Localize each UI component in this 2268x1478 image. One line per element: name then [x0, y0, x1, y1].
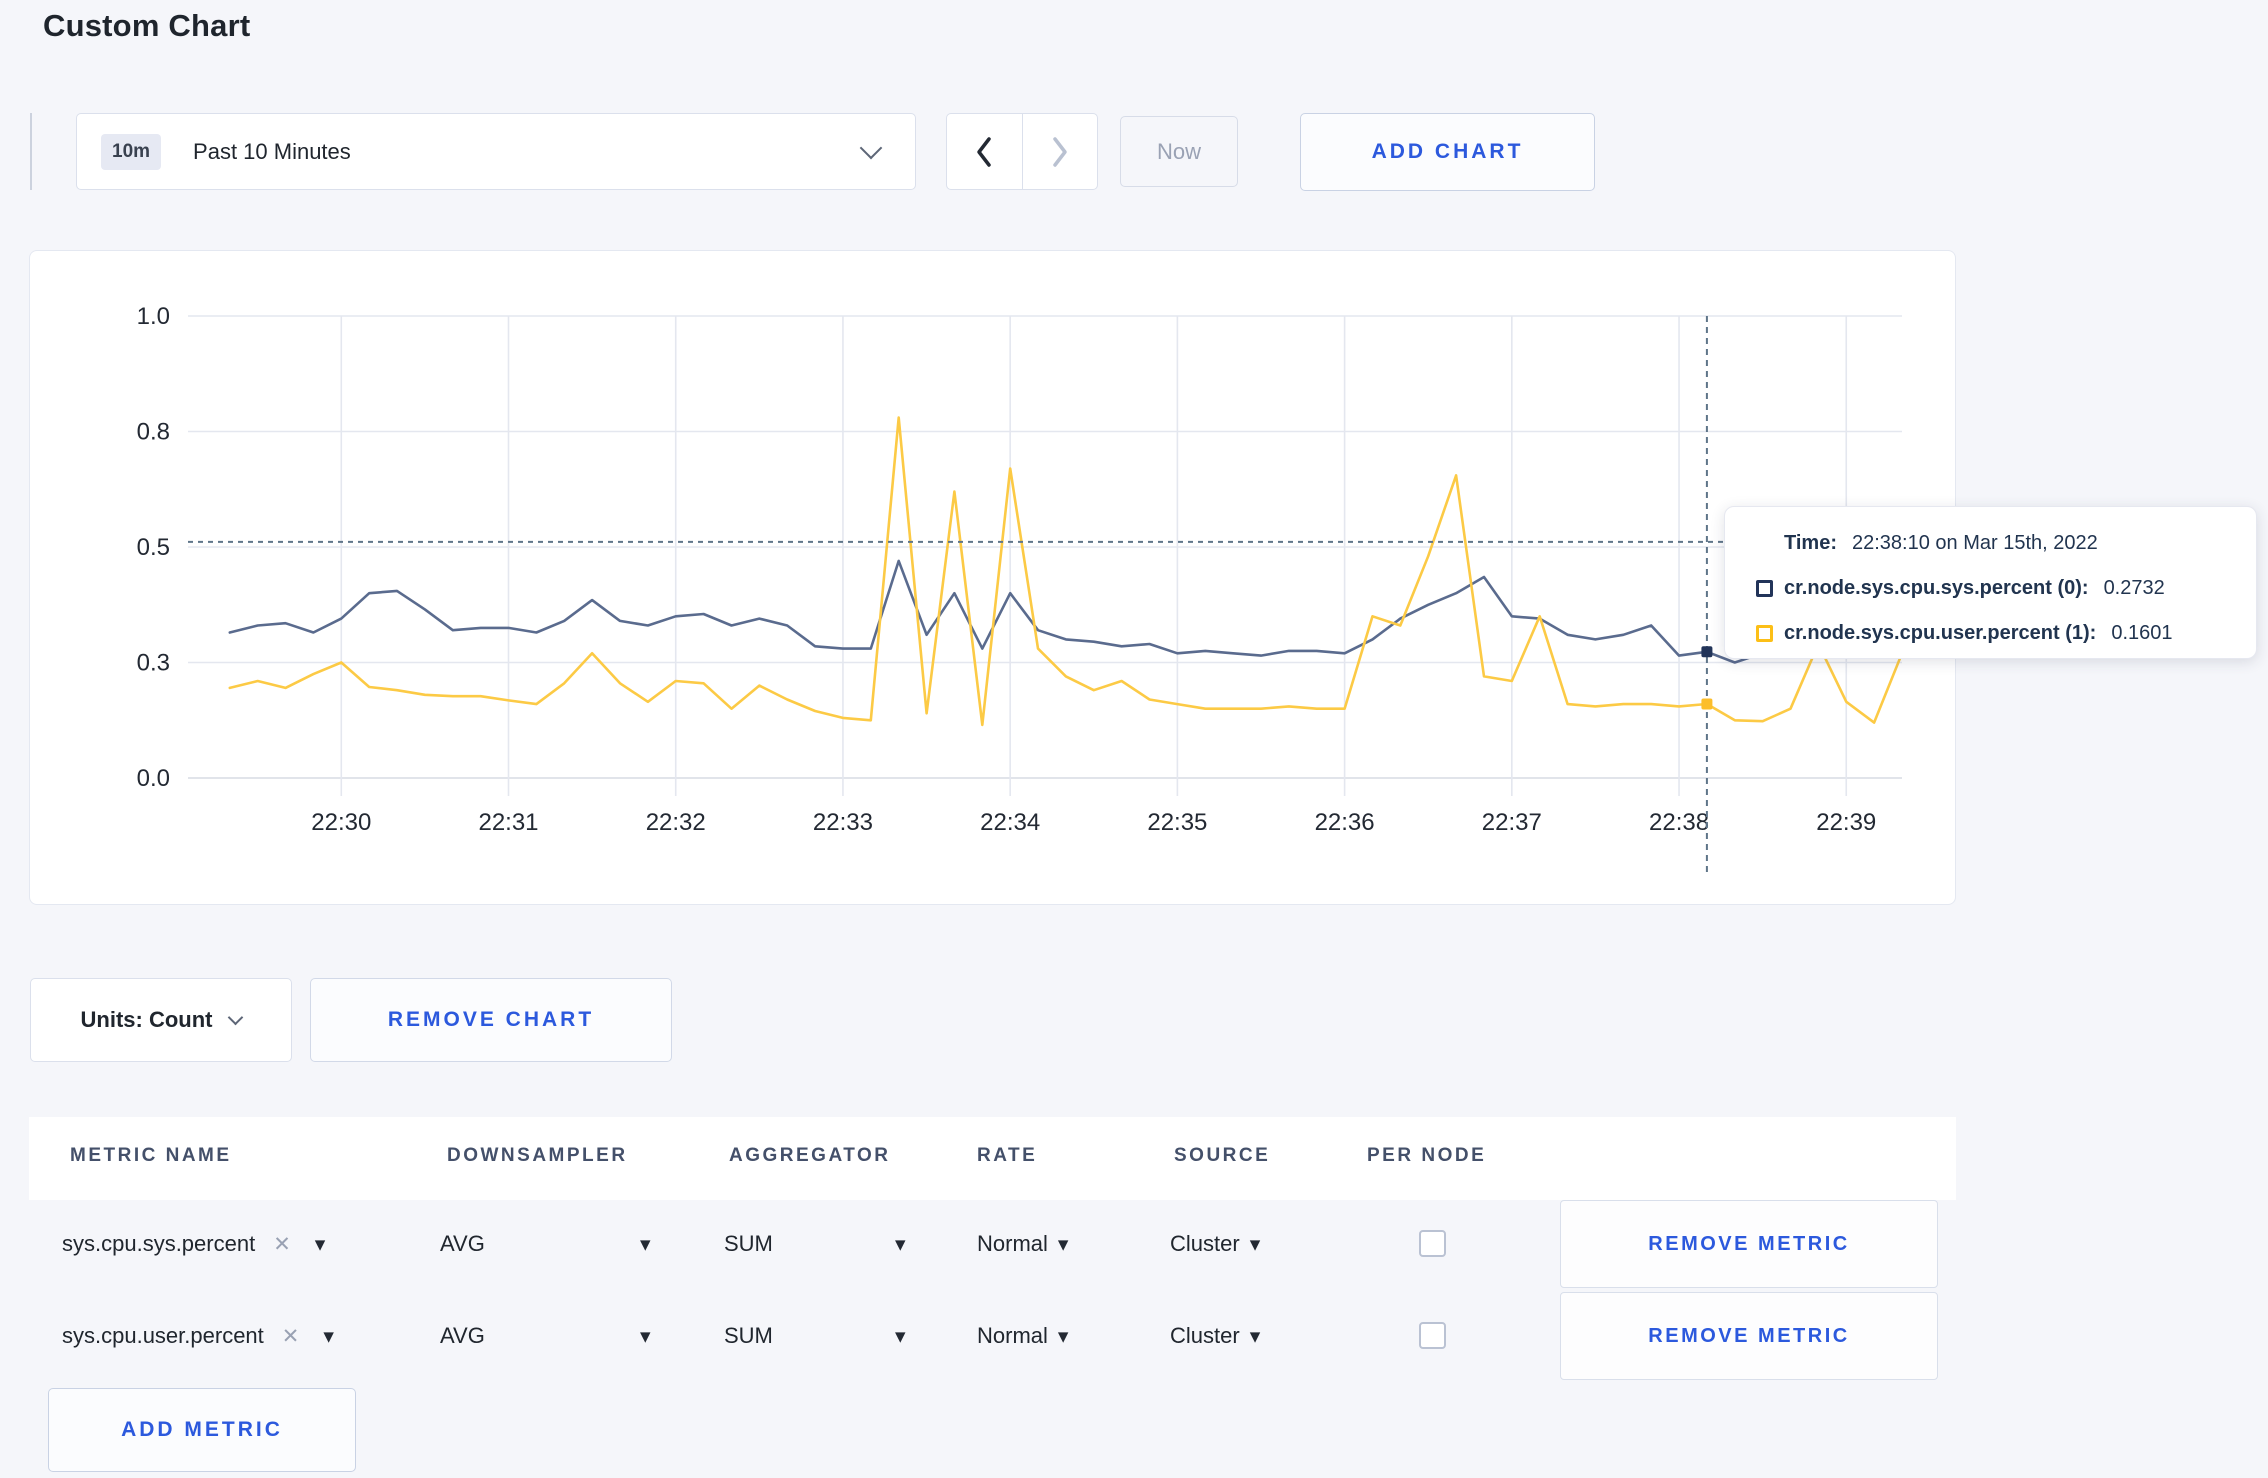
next-range-button[interactable] — [1023, 114, 1098, 189]
caret-down-icon: ▾ — [323, 1324, 334, 1348]
chevron-down-icon — [228, 1009, 244, 1025]
tooltip-series-row: cr.node.sys.cpu.sys.percent (0): 0.2732 — [1756, 577, 2236, 600]
y-axis-tick-label: 1.0 — [137, 303, 170, 330]
metric-name-value: sys.cpu.user.percent — [62, 1323, 264, 1348]
caret-down-icon: ▾ — [640, 1324, 651, 1348]
close-icon[interactable]: ✕ — [273, 1232, 291, 1257]
remove-metric-button[interactable]: REMOVE METRIC — [1560, 1292, 1938, 1380]
metric-name-value: sys.cpu.sys.percent — [62, 1231, 256, 1256]
units-label: Units: Count — [80, 1007, 213, 1032]
time-range-label: Past 10 Minutes — [193, 138, 351, 164]
x-axis-tick-label: 22:34 — [980, 809, 1040, 836]
x-axis-tick-label: 22:35 — [1147, 809, 1207, 836]
toolbar-divider — [30, 113, 32, 190]
chart-card: 0.0 0.3 0.5 0.8 1.0 22:30 22:31 22:32 22:33 22:34… — [29, 250, 2257, 906]
time-range-badge: 10m — [101, 133, 162, 170]
col-downsampler: DOWNSAMPLER — [447, 1145, 628, 1166]
tooltip-series-label: cr.node.sys.cpu.sys.percent (0): — [1784, 577, 2089, 599]
tooltip-series-row: cr.node.sys.cpu.user.percent (1): 0.1601 — [1756, 622, 2236, 645]
hover-point-dot — [1701, 698, 1713, 710]
add-chart-button[interactable]: ADD CHART — [1300, 113, 1595, 191]
caret-down-icon: ▾ — [1249, 1324, 1261, 1348]
x-axis-tick-label: 22:36 — [1315, 809, 1375, 836]
page-title: Custom Chart — [43, 8, 251, 43]
sys-series-swatch-icon — [1756, 580, 1773, 597]
aggregator-select[interactable]: SUM — [724, 1292, 773, 1380]
x-axis-tick-label: 22:38 — [1649, 809, 1709, 836]
source-select[interactable]: Cluster ▾ — [1170, 1200, 1260, 1288]
downsampler-select[interactable]: AVG — [440, 1200, 485, 1288]
time-range-select[interactable]: 10m Past 10 Minutes — [76, 113, 916, 190]
col-per-node: PER NODE — [1367, 1145, 1487, 1166]
caret-down-icon: ▾ — [1057, 1324, 1069, 1348]
col-metric-name: METRIC NAME — [70, 1145, 232, 1166]
x-axis-tick-label: 22:32 — [646, 809, 706, 836]
units-select[interactable]: Units: Count — [30, 978, 292, 1062]
tooltip-time-label: Time: — [1784, 532, 1837, 554]
per-node-checkbox[interactable] — [1419, 1322, 1446, 1349]
add-metric-button[interactable]: ADD METRIC — [48, 1388, 356, 1472]
caret-down-icon: ▾ — [314, 1232, 326, 1256]
table-row: sys.cpu.user.percent ✕ ▾ AVG ▾ SUM ▾ Nor… — [0, 1292, 2268, 1380]
close-icon[interactable]: ✕ — [282, 1324, 300, 1349]
tooltip-time-value: 22:38:10 on Mar 15th, 2022 — [1851, 532, 2098, 554]
caret-down-icon: ▾ — [1249, 1232, 1261, 1256]
rate-select[interactable]: Normal ▾ — [977, 1200, 1068, 1288]
y-axis-tick-label: 0.0 — [137, 765, 170, 792]
caret-down-icon: ▾ — [1057, 1232, 1069, 1256]
caret-down-icon: ▾ — [640, 1232, 651, 1256]
tooltip-series-label: cr.node.sys.cpu.user.percent (1): — [1784, 622, 2097, 644]
y-axis-tick-label: 0.8 — [137, 419, 170, 446]
tooltip-time-row: Time: 22:38:10 on Mar 15th, 2022 — [1756, 532, 2236, 555]
y-axis-tick-label: 0.3 — [137, 650, 170, 677]
time-nav-group — [946, 113, 1098, 190]
col-rate: RATE — [977, 1145, 1038, 1166]
metric-name-select[interactable]: sys.cpu.user.percent ✕ ▾ — [62, 1292, 334, 1380]
aggregator-select[interactable]: SUM — [724, 1200, 773, 1288]
x-axis-tick-label: 22:30 — [311, 809, 371, 836]
tooltip-series-value: 0.2732 — [2103, 577, 2165, 599]
per-node-checkbox[interactable] — [1419, 1230, 1446, 1257]
metric-name-select[interactable]: sys.cpu.sys.percent ✕ ▾ — [62, 1200, 325, 1288]
series-line — [228, 559, 1904, 664]
chevron-right-icon — [1053, 136, 1067, 167]
tooltip-series-value: 0.1601 — [2111, 622, 2173, 644]
chart-tooltip: Time: 22:38:10 on Mar 15th, 2022 cr.node… — [1724, 506, 2257, 659]
custom-chart-page: Custom Chart 10m Past 10 Minutes Now ADD… — [0, 0, 2268, 1478]
metrics-table-header: METRIC NAME DOWNSAMPLER AGGREGATOR RATE … — [29, 1117, 1956, 1200]
chevron-down-icon — [859, 136, 883, 160]
chevron-left-icon — [977, 136, 991, 167]
remove-metric-button[interactable]: REMOVE METRIC — [1560, 1200, 1938, 1288]
now-button[interactable]: Now — [1120, 116, 1238, 187]
rate-select[interactable]: Normal ▾ — [977, 1292, 1068, 1380]
caret-down-icon: ▾ — [895, 1232, 906, 1256]
prev-range-button[interactable] — [947, 114, 1023, 189]
table-row: sys.cpu.sys.percent ✕ ▾ AVG ▾ SUM ▾ Norm… — [0, 1200, 2268, 1288]
source-select[interactable]: Cluster ▾ — [1170, 1292, 1260, 1380]
y-axis-tick-label: 0.5 — [137, 534, 170, 561]
x-axis-tick-label: 22:39 — [1816, 809, 1876, 836]
x-axis-tick-label: 22:31 — [478, 809, 538, 836]
chart-plot[interactable]: 0.0 0.3 0.5 0.8 1.0 22:30 22:31 22:32 22:33 22:34… — [30, 251, 1957, 906]
caret-down-icon: ▾ — [895, 1324, 906, 1348]
hover-point-dot — [1701, 646, 1713, 658]
user-series-swatch-icon — [1756, 625, 1773, 642]
downsampler-select[interactable]: AVG — [440, 1292, 485, 1380]
col-source: SOURCE — [1174, 1145, 1271, 1166]
series-line — [228, 416, 1904, 727]
x-axis-tick-label: 22:37 — [1482, 809, 1542, 836]
col-aggregator: AGGREGATOR — [729, 1145, 891, 1166]
x-axis-tick-label: 22:33 — [813, 809, 873, 836]
remove-chart-button[interactable]: REMOVE CHART — [310, 978, 672, 1062]
